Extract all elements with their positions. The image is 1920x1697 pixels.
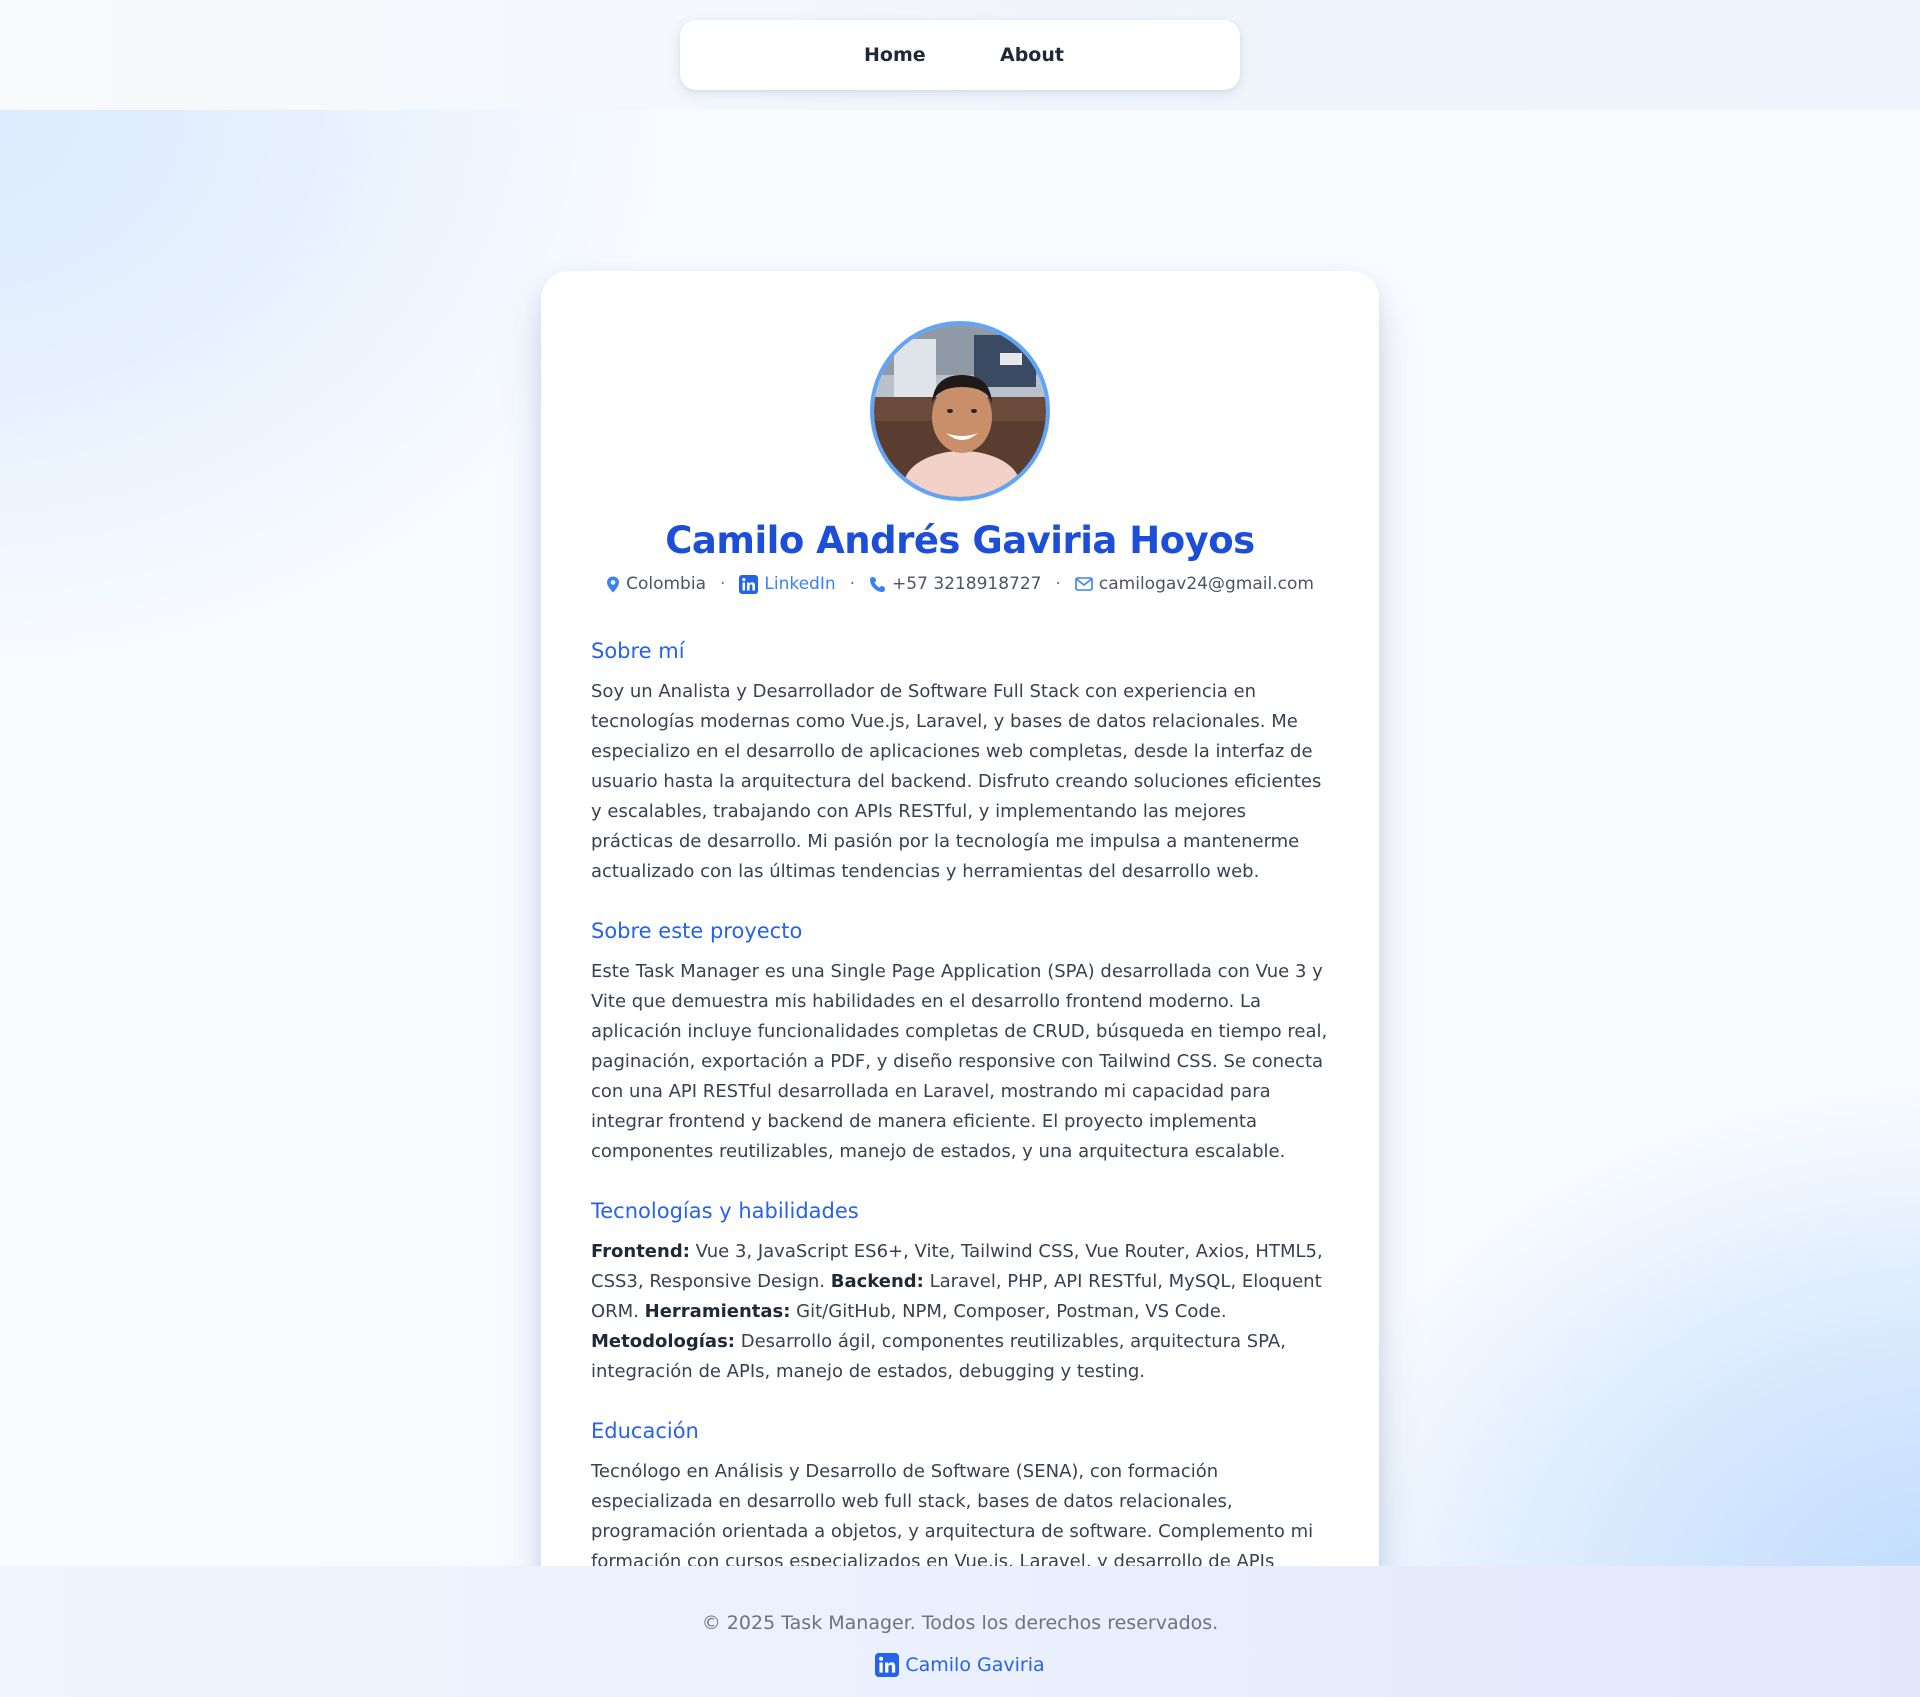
section-body-skills: Frontend: Vue 3, JavaScript ES6+, Vite, … [591,1237,1333,1387]
avatar [870,321,1050,501]
phone-text: +57 3218918727 [892,574,1042,594]
email-text: camilogav24@gmail.com [1098,574,1314,594]
header: Home About [0,0,1920,110]
section-body-project: Este Task Manager es una Single Page App… [591,961,1328,1162]
separator: · [849,574,856,594]
skills-methods-label: Metodologías: [591,1331,735,1352]
skills-tools-label: Herramientas: [644,1301,791,1322]
section-body-about-me: Soy un Analista y Desarrollador de Softw… [591,681,1322,882]
profile-photo [874,325,1046,497]
section-title-education: Educación [591,1419,699,1443]
location-text: Colombia [626,574,706,594]
map-pin-icon [607,576,620,592]
section-title-project: Sobre este proyecto [591,919,803,943]
profile-name: Camilo Andrés Gaviria Hoyos [665,519,1255,562]
copyright-text: © 2025 Task Manager. Todos los derechos … [701,1612,1219,1634]
linkedin-label: LinkedIn [764,574,836,594]
nav-link-home[interactable]: Home [864,20,926,90]
section-title-skills: Tecnologías y habilidades [591,1199,859,1223]
separator: · [1055,574,1061,594]
mail-icon [1075,577,1093,591]
profile-card: Camilo Andrés Gaviria Hoyos Colombia · L… [541,271,1379,1627]
contact-info: Colombia · LinkedIn · +57 3218918727 · c… [541,571,1379,597]
footer: © 2025 Task Manager. Todos los derechos … [0,1566,1920,1697]
linkedin-icon [875,1653,900,1677]
contact-phone: +57 3218918727 [869,574,1042,594]
linkedin-icon [739,574,759,594]
footer-link-label: Camilo Gaviria [905,1654,1045,1676]
section-title-about-me: Sobre mí [591,639,685,663]
skills-tools-text: Git/GitHub, NPM, Composer, Postman, VS C… [790,1301,1227,1322]
skills-frontend-label: Frontend: [591,1241,690,1262]
contact-location: Colombia [606,574,706,594]
navbar: Home About [680,20,1240,90]
skills-backend-label: Backend: [830,1271,924,1292]
main-content: Camilo Andrés Gaviria Hoyos Colombia · L… [0,110,1920,1627]
nav-link-about[interactable]: About [1000,20,1064,90]
separator: · [719,574,726,594]
phone-icon [870,576,886,592]
contact-email: camilogav24@gmail.com [1075,574,1314,594]
footer-link-row: Camilo Gaviria [0,1650,1920,1680]
footer-linkedin-link[interactable]: Camilo Gaviria [875,1653,1045,1677]
linkedin-link[interactable]: LinkedIn [739,574,836,594]
